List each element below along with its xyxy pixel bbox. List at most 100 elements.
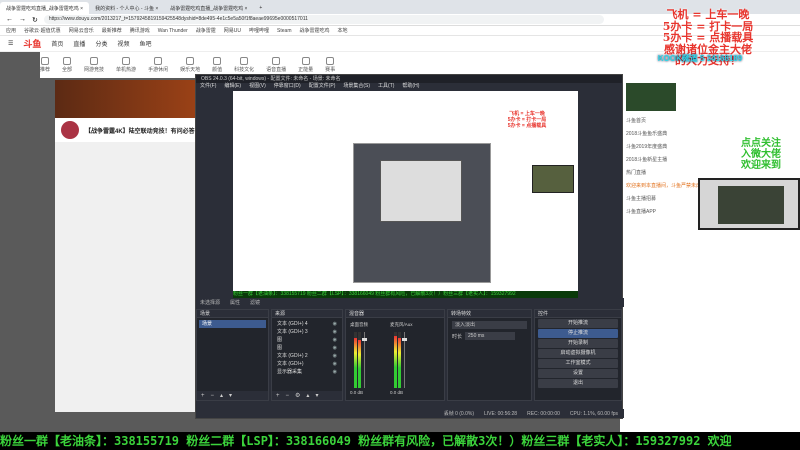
category-item[interactable]: 语音直播 — [266, 57, 286, 73]
eye-icon[interactable]: ◉ — [333, 344, 337, 352]
menu-view[interactable]: 视图(V) — [249, 83, 266, 90]
bookmark[interactable]: 战争雷霆 — [196, 27, 216, 34]
category-item[interactable]: 手游休闲 — [148, 57, 168, 73]
source-item[interactable]: 文本 (GDI+) 4 ◉ — [274, 320, 340, 328]
category-icon — [272, 57, 281, 65]
scene-item[interactable]: 场景 — [199, 320, 266, 328]
menu-edit[interactable]: 编辑(E) — [224, 83, 241, 90]
obs-preview[interactable]: 飞机 = 上车一晚 5办卡 = 打卡一局 5办卡 = 点播载具 粉丝一群【老油条… — [233, 91, 578, 298]
filters-button[interactable]: 滤镜 — [250, 299, 260, 306]
category-item[interactable]: 推荐 — [40, 57, 50, 73]
back-icon[interactable]: ← — [6, 16, 13, 23]
source-item[interactable]: 文本 (GDI+) 2 ◉ — [274, 352, 340, 360]
source-item[interactable]: 文本 (GDI+) ◉ — [274, 360, 340, 368]
bookmark[interactable]: 最新推荐 — [102, 27, 122, 34]
nav-fishbar[interactable]: 鱼吧 — [139, 39, 151, 48]
avatar[interactable] — [61, 121, 79, 139]
new-tab-button[interactable]: + — [253, 2, 268, 14]
eye-icon[interactable]: ◉ — [333, 320, 337, 328]
category-item[interactable]: 正能量 — [298, 57, 313, 73]
category-item[interactable]: 单机热游 — [116, 57, 136, 73]
eye-icon[interactable]: ◉ — [333, 328, 337, 336]
studio-mode-button[interactable]: 工作室模式 — [538, 359, 618, 368]
bookmark[interactable]: 腾讯游戏 — [130, 27, 150, 34]
add-icon[interactable]: + — [201, 393, 205, 399]
nav-category[interactable]: 分类 — [95, 39, 107, 48]
category-item[interactable]: 娱乐天地 — [180, 57, 200, 73]
category-item[interactable]: 颜值 — [212, 57, 222, 73]
bookmark[interactable]: 战争雷霆吃鸡 — [299, 27, 329, 34]
dock-title: 来源 — [272, 310, 342, 318]
add-icon[interactable]: + — [276, 393, 280, 399]
url-field[interactable]: https://www.douyu.com/2013217_t=15792458… — [43, 15, 604, 24]
promo-thumbnail[interactable] — [626, 83, 676, 111]
duration-input[interactable]: 250 ms — [465, 332, 516, 340]
controls-dock: 控件 开始推流 停止推流 开始录制 启动虚拟摄像机 工作室模式 设置 退出 — [534, 309, 622, 401]
virtual-camera-button[interactable]: 启动虚拟摄像机 — [538, 349, 618, 358]
nav-video[interactable]: 视频 — [117, 39, 129, 48]
category-item[interactable]: 科技文化 — [234, 57, 254, 73]
browser-tab[interactable]: 战争雷霆吃鸡直播_战争雷霆吃鸡 × — [0, 2, 90, 14]
preview-overlay-text: 飞机 = 上车一晚 5办卡 = 打卡一局 5办卡 = 点播载具 — [507, 111, 547, 129]
bookmark[interactable]: 应用 — [6, 27, 16, 34]
remove-icon[interactable]: − — [286, 393, 290, 399]
dropped-frames: 丢帧 0 (0.0%) — [443, 411, 474, 417]
category-item[interactable]: 赛事 — [325, 57, 335, 73]
settings-button[interactable]: 设置 — [538, 369, 618, 378]
up-icon[interactable]: ▴ — [220, 392, 223, 399]
reload-icon[interactable]: ↻ — [32, 16, 38, 24]
menu-profile[interactable]: 配置文件(P) — [309, 83, 336, 90]
menu-file[interactable]: 文件(F) — [200, 83, 216, 90]
start-recording-button[interactable]: 开始录制 — [538, 339, 618, 348]
mixer-db: 0.0 dB — [390, 390, 404, 395]
eye-icon[interactable]: ◉ — [333, 352, 337, 360]
start-stream-button[interactable]: 开始推流 — [538, 319, 618, 328]
down-icon[interactable]: ▾ — [229, 392, 232, 399]
nav-live[interactable]: 直播 — [73, 39, 85, 48]
category-icon — [301, 57, 310, 65]
right-panel-item[interactable]: 斗鱼首页 — [620, 114, 800, 127]
eye-icon[interactable]: ◉ — [333, 336, 337, 344]
down-icon[interactable]: ▾ — [315, 392, 318, 399]
nav-home[interactable]: 首页 — [51, 39, 63, 48]
category-item[interactable]: 网游竞技 — [84, 57, 104, 73]
source-item[interactable]: 显示器采集 ◉ — [274, 368, 340, 376]
scenes-dock: 场景 场景 + − ▴ ▾ — [196, 309, 269, 401]
category-item[interactable]: 全部 — [62, 57, 72, 73]
volume-fader[interactable] — [362, 332, 367, 388]
volume-fader[interactable] — [402, 332, 407, 388]
source-item[interactable]: 图 ◉ — [274, 336, 340, 344]
menu-docks[interactable]: 停靠窗口(D) — [274, 83, 301, 90]
bookmark[interactable]: 本地 — [338, 27, 348, 34]
webcam-preview-small — [532, 165, 574, 193]
bookmark[interactable]: 哔哩哔哩 — [249, 27, 269, 34]
gear-icon[interactable]: ⚙ — [295, 392, 300, 399]
source-item[interactable]: 文本 (GDI+) 3 ◉ — [274, 328, 340, 336]
source-item[interactable]: 图 ◉ — [274, 344, 340, 352]
nested-capture — [353, 143, 491, 283]
eye-icon[interactable]: ◉ — [333, 360, 337, 368]
side-note: 点点关注 入微大佬 欢迎来到 — [741, 138, 781, 171]
eye-icon[interactable]: ◉ — [333, 368, 337, 376]
browser-tab[interactable]: 战争雷霆吃鸡直播_战争雷霆吃鸡 × — [164, 2, 253, 14]
menu-tools[interactable]: 工具(T) — [378, 83, 394, 90]
bookmark[interactable]: Steam — [277, 28, 291, 34]
site-logo[interactable]: 斗鱼 — [23, 37, 41, 50]
up-icon[interactable]: ▴ — [306, 392, 309, 399]
cpu-fps: CPU: 1.1%, 60.00 fps — [569, 410, 618, 417]
menu-scene-collection[interactable]: 场景集合(S) — [343, 83, 370, 90]
menu-help[interactable]: 帮助(H) — [402, 83, 419, 90]
remove-icon[interactable]: − — [211, 393, 215, 399]
menu-icon[interactable]: ☰ — [8, 40, 13, 47]
bookmark[interactable]: Wan Thunder — [158, 28, 188, 34]
properties-button[interactable]: 属性 — [230, 299, 240, 306]
bookmark[interactable]: 谷歌云·超值优惠 — [24, 27, 61, 34]
forward-icon[interactable]: → — [19, 16, 26, 23]
stop-stream-button[interactable]: 停止推流 — [538, 329, 618, 338]
exit-button[interactable]: 退出 — [538, 379, 618, 388]
transition-select[interactable]: 淡入淡出 — [452, 321, 527, 329]
bookmark[interactable]: 网易UU — [224, 27, 241, 34]
volume-meter — [358, 332, 361, 388]
bookmark[interactable]: 网易云音乐 — [69, 27, 94, 34]
browser-tab[interactable]: 我的资料 - 个人中心 - 斗鱼 × — [89, 2, 164, 14]
